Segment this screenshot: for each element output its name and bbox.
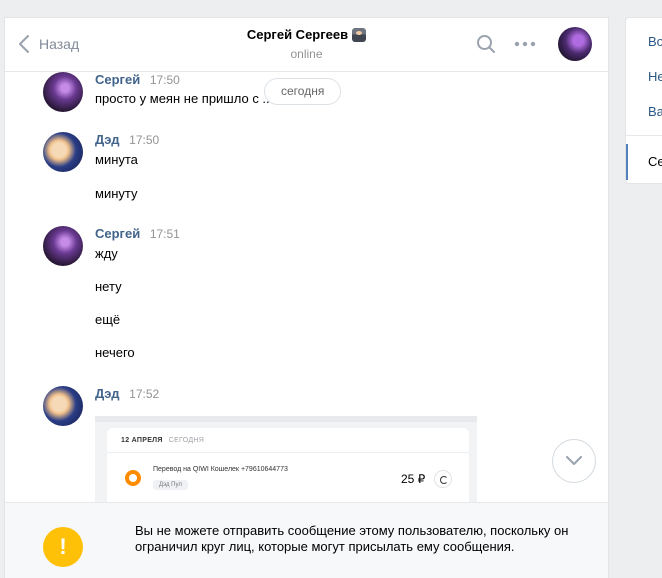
attachment-top-strip xyxy=(95,416,477,422)
side-menu-item-important[interactable]: Ва xyxy=(648,104,662,119)
avatar[interactable] xyxy=(43,132,83,172)
peer-name[interactable]: Сергей Сергеев xyxy=(246,27,367,42)
message-author[interactable]: Дэд xyxy=(95,132,120,147)
warning-text: Вы не можете отправить сообщение этому п… xyxy=(135,523,569,554)
message-meta: Дэд 17:50 xyxy=(95,132,159,147)
avatar[interactable] xyxy=(43,386,83,426)
message-text: просто у меян не пришло с ... xyxy=(95,91,274,106)
payment-description: Перевод на QIWI Кошелек +79610644773 xyxy=(153,466,288,473)
message-time: 17:51 xyxy=(149,227,180,241)
chevron-down-icon xyxy=(566,456,582,465)
message-author[interactable]: Сергей xyxy=(95,72,140,87)
side-menu: Во Не Ва Се xyxy=(625,17,662,184)
side-menu-item-current-chat[interactable]: Се xyxy=(648,154,662,169)
message-text: ещё xyxy=(95,312,121,327)
card-divider xyxy=(107,452,469,453)
message-text: минуту xyxy=(95,186,138,201)
chat-header: Назад Сергей Сергеев online xyxy=(5,18,608,72)
chat-panel: Назад Сергей Сергеев online сегодня Серг… xyxy=(4,17,609,578)
peer-avatar[interactable] xyxy=(558,27,592,61)
repeat-icon xyxy=(434,470,452,488)
side-menu-item-all[interactable]: Во xyxy=(648,34,662,49)
payment-amount: 25 ₽ xyxy=(401,472,426,486)
technologist-emoji-icon xyxy=(352,27,367,42)
payment-card: 12 АПРЕЛЯ СЕГОДНЯ Перевод на QIWI Кошелек… xyxy=(107,428,469,502)
payment-screenshot-attachment[interactable]: 12 АПРЕЛЯ СЕГОДНЯ Перевод на QIWI Кошелек… xyxy=(95,416,477,502)
search-button[interactable] xyxy=(476,34,496,54)
payment-date: 12 АПРЕЛЯ СЕГОДНЯ xyxy=(121,437,205,444)
side-menu-divider xyxy=(626,135,662,136)
search-icon xyxy=(477,35,495,53)
message-author[interactable]: Дэд xyxy=(95,386,120,401)
avatar[interactable] xyxy=(43,72,83,112)
qiwi-logo-icon xyxy=(125,470,141,486)
message-time: 17:52 xyxy=(129,387,160,401)
message-text: жду xyxy=(95,246,118,261)
side-menu-item-unread[interactable]: Не xyxy=(648,69,662,84)
active-indicator xyxy=(626,144,628,180)
message-author[interactable]: Сергей xyxy=(95,226,140,241)
message-time: 17:50 xyxy=(129,133,160,147)
message-meta: Дэд 17:52 xyxy=(95,386,159,401)
peer-name-text: Сергей Сергеев xyxy=(246,27,349,42)
message-meta: Сергей 17:51 xyxy=(95,226,180,241)
warning-icon: ! xyxy=(43,527,83,567)
message-text: нету xyxy=(95,279,122,294)
message-text: минута xyxy=(95,152,138,167)
message-text: нечего xyxy=(95,345,135,360)
payment-tag: Дэд Пул xyxy=(153,480,188,490)
date-separator: сегодня xyxy=(264,78,342,105)
message-meta: Сергей 17:50 xyxy=(95,72,180,87)
compose-blocked-notice: ! Вы не можете отправить сообщение этому… xyxy=(5,502,608,578)
message-list: Сергей 17:50 просто у меян не пришло с .… xyxy=(5,72,608,502)
more-icon xyxy=(514,41,536,47)
message-time: 17:50 xyxy=(149,73,180,87)
header-actions xyxy=(458,27,592,61)
more-button[interactable] xyxy=(514,41,536,47)
scroll-down-button[interactable] xyxy=(552,439,596,483)
avatar[interactable] xyxy=(43,226,83,266)
